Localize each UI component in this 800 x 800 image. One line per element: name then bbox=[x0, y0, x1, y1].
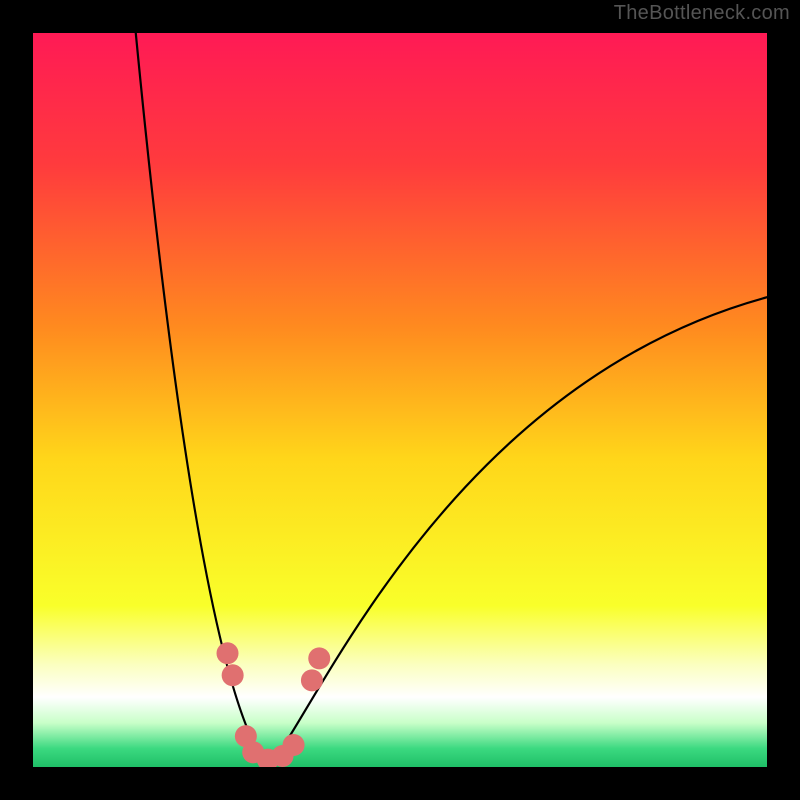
gradient-rect bbox=[33, 33, 767, 767]
marker-dot bbox=[217, 642, 239, 664]
chart-frame: TheBottleneck.com bbox=[0, 0, 800, 800]
marker-dot bbox=[222, 664, 244, 686]
marker-dot bbox=[283, 734, 305, 756]
marker-dot bbox=[301, 669, 323, 691]
watermark-text: TheBottleneck.com bbox=[614, 2, 790, 25]
chart-plot bbox=[33, 33, 767, 767]
marker-dot bbox=[308, 647, 330, 669]
